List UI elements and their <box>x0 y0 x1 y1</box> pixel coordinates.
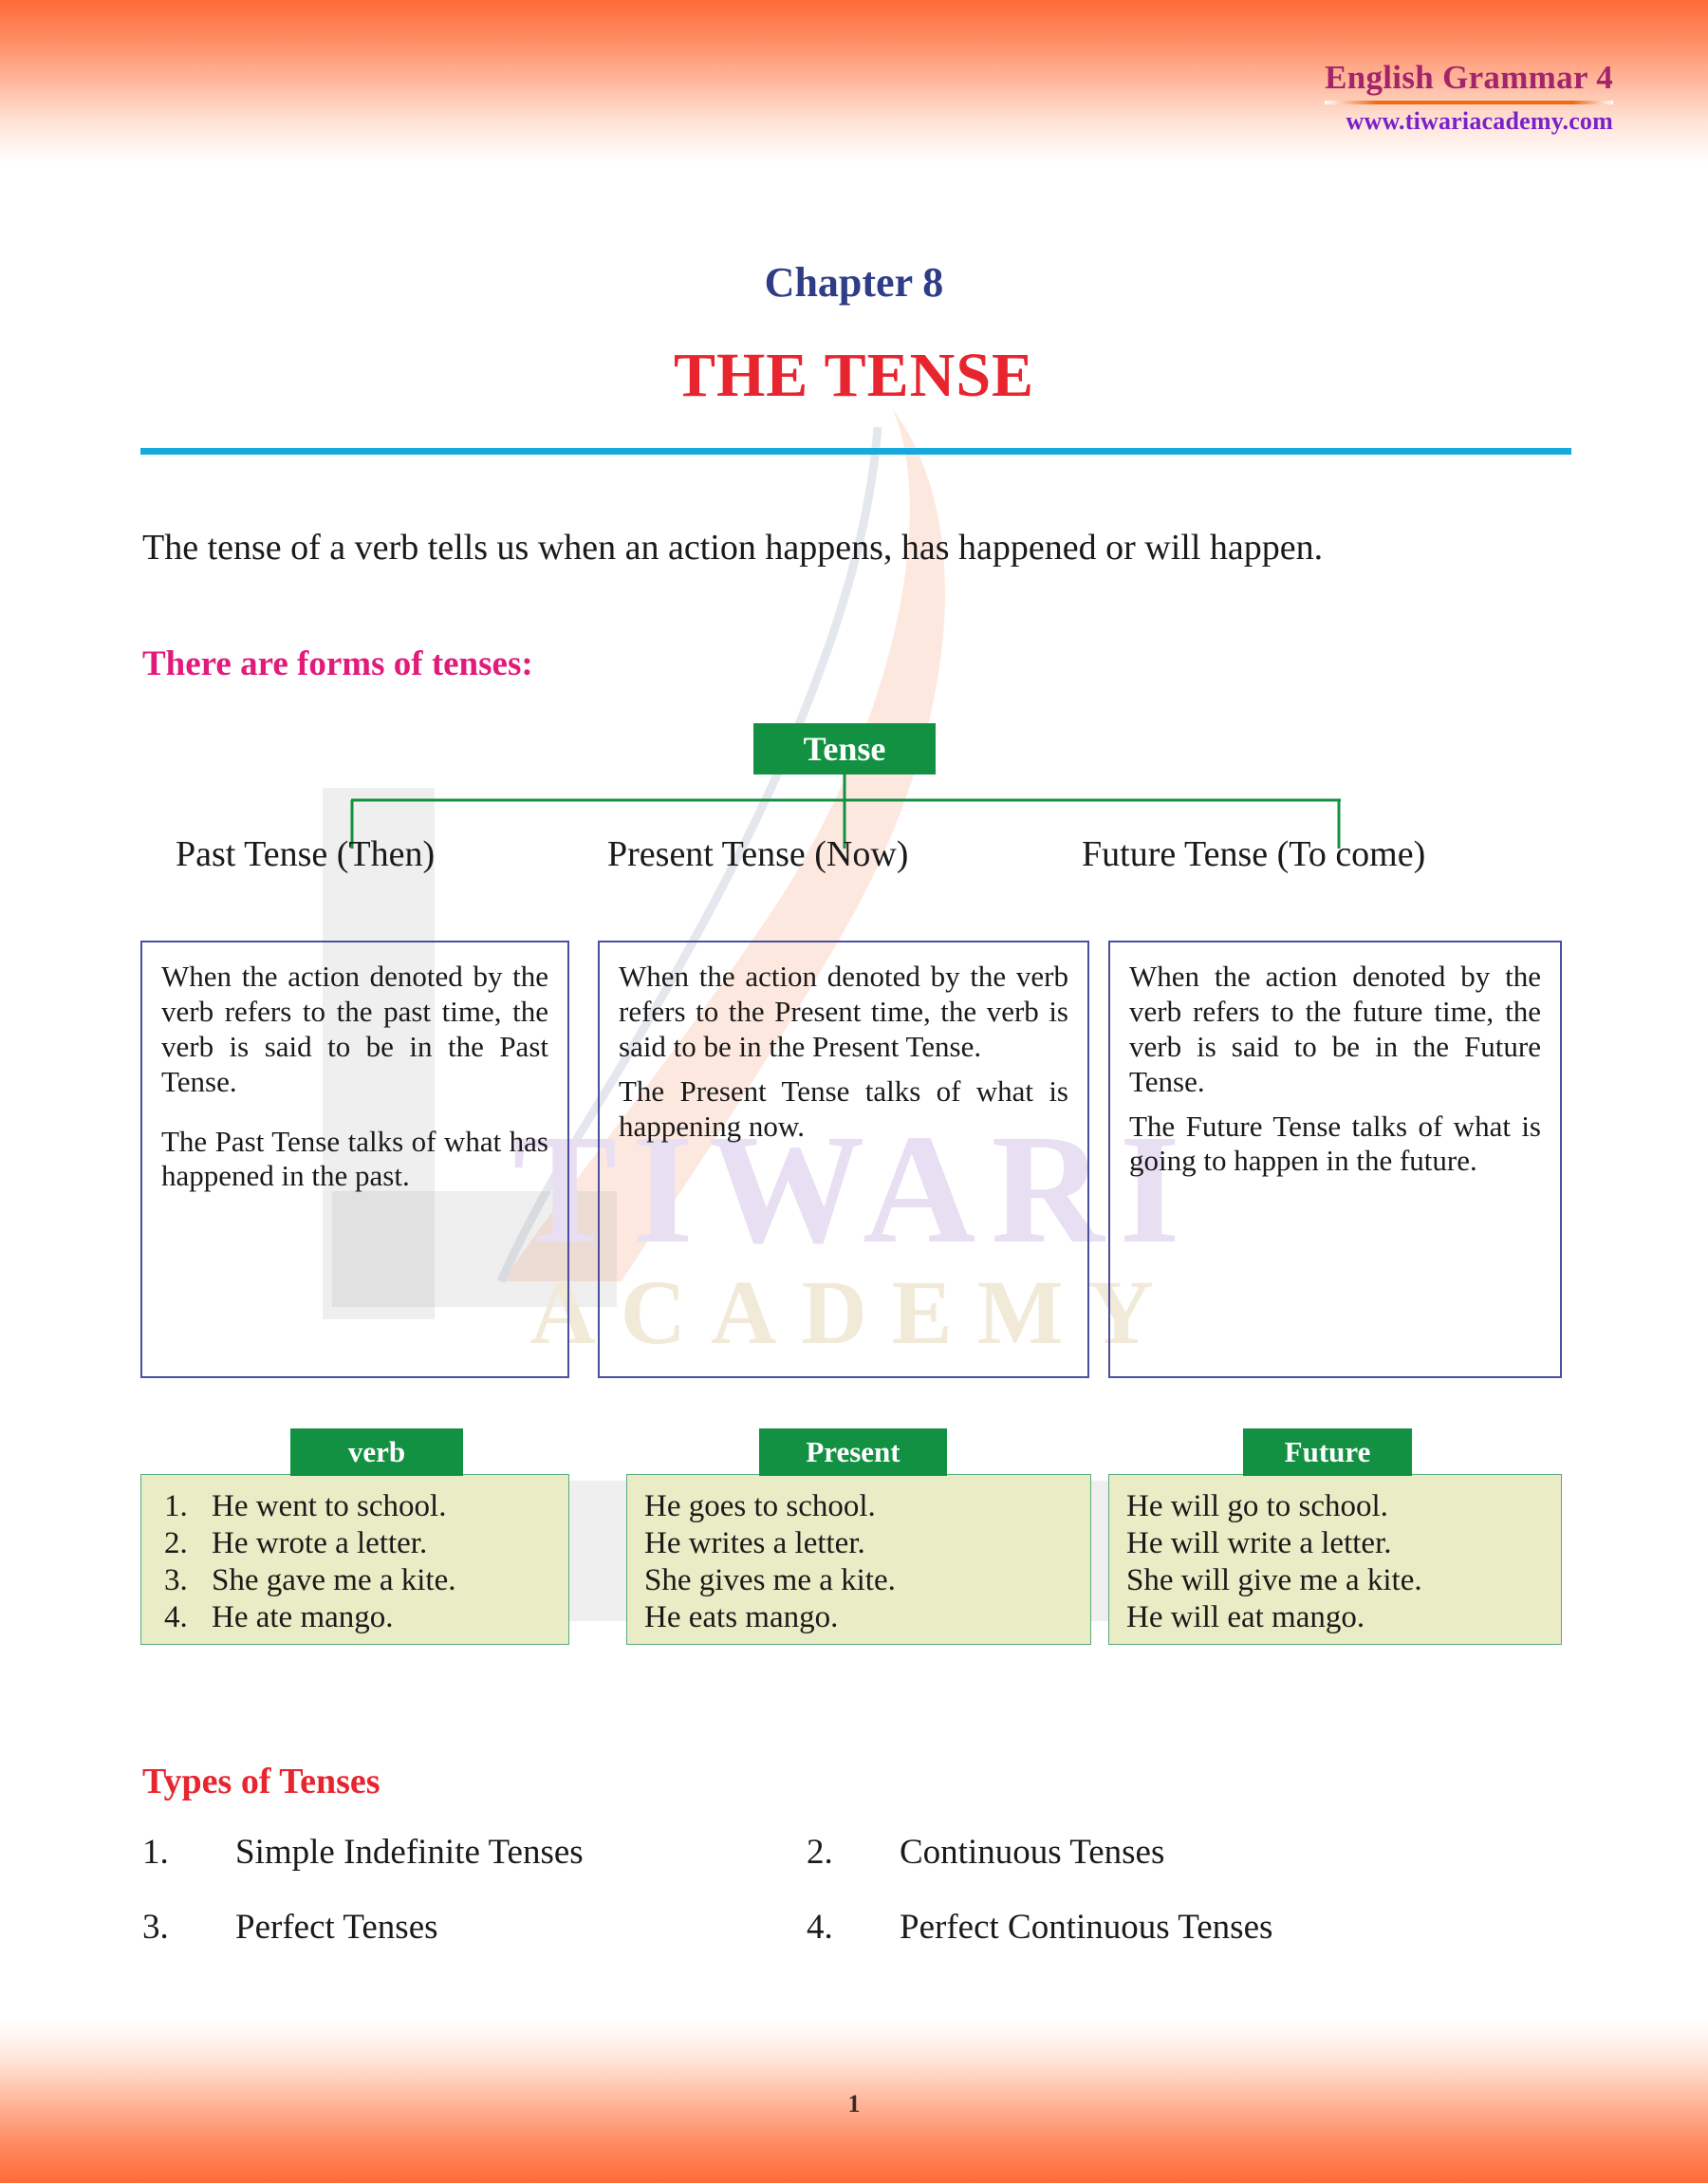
list-item-number: 3. <box>164 1562 188 1597</box>
list-item: She gives me a kite. <box>644 1562 896 1597</box>
page-number: 1 <box>847 2090 861 2118</box>
list-item: He will eat mango. <box>1126 1599 1365 1634</box>
tree-branch-label-present: Present Tense (Now) <box>607 834 909 874</box>
intro-paragraph: The tense of a verb tells us when an act… <box>142 528 1324 568</box>
definition-box-present: When the action denoted by the verb refe… <box>598 941 1089 1378</box>
types-of-tenses-list: 1. Simple Indefinite Tenses 2. Continuou… <box>142 1832 1585 1982</box>
definition-future-para2: The Future Tense talks of what is going … <box>1129 1109 1541 1178</box>
list-item-text: She gave me a kite. <box>212 1562 456 1597</box>
list-item: He goes to school. <box>644 1489 876 1523</box>
book-title: English Grammar 4 <box>1325 59 1613 96</box>
example-list-present: He goes to school. He writes a letter. S… <box>644 1488 1075 1636</box>
list-item-text: He wrote a letter. <box>212 1525 428 1560</box>
forms-of-tenses-subheading: There are forms of tenses: <box>142 644 533 683</box>
list-item: She will give me a kite. <box>1126 1562 1422 1597</box>
definition-present-para2: The Present Tense talks of what is happe… <box>619 1073 1068 1143</box>
types-item-3: 3. Perfect Tenses <box>142 1907 807 1948</box>
definition-future-para1: When the action denoted by the verb refe… <box>1129 960 1541 1098</box>
list-item-number: 4. <box>164 1599 188 1634</box>
example-tab-verb: verb <box>290 1428 463 1476</box>
tree-branch-label-future: Future Tense (To come) <box>1082 834 1426 874</box>
list-item-number: 2. <box>164 1525 188 1560</box>
definition-box-future: When the action denoted by the verb refe… <box>1108 941 1562 1378</box>
example-list-past: 1. He went to school. 2. He wrote a letter… <box>158 1488 553 1636</box>
definition-box-past: When the action denoted by the verb refe… <box>140 941 569 1378</box>
types-item-4: 4. Perfect Continuous Tenses <box>807 1907 1471 1948</box>
website-url[interactable]: www.tiwariacademy.com <box>1325 107 1613 136</box>
chapter-label: Chapter 8 <box>764 259 944 306</box>
types-item-number: 3. <box>142 1908 169 1947</box>
types-item-1: 1. Simple Indefinite Tenses <box>142 1832 807 1873</box>
example-box-future: He will go to school. He will write a le… <box>1108 1474 1562 1645</box>
example-box-past: 1. He went to school. 2. He wrote a letter… <box>140 1474 569 1645</box>
list-item-text: He went to school. <box>212 1489 447 1523</box>
title-divider <box>140 448 1571 455</box>
definition-past-para2: The Past Tense talks of what has happene… <box>161 1124 548 1193</box>
list-item: He writes a letter. <box>644 1525 865 1560</box>
example-tab-future: Future <box>1243 1428 1412 1476</box>
types-item-label: Perfect Tenses <box>235 1908 438 1947</box>
header-divider <box>1325 101 1613 104</box>
list-item: 4. He ate mango. <box>158 1599 553 1636</box>
list-item: 3. She gave me a kite. <box>158 1562 553 1599</box>
tree-branch-label-past: Past Tense (Then) <box>176 834 436 874</box>
list-item: 1. He went to school. <box>158 1488 553 1525</box>
document-page: TIWARI ACADEMY English Grammar 4 www.tiw… <box>0 0 1708 2183</box>
types-item-label: Continuous Tenses <box>900 1833 1165 1872</box>
list-item-number: 1. <box>164 1489 188 1523</box>
types-row: 3. Perfect Tenses 4. Perfect Continuous … <box>142 1907 1585 1948</box>
types-row: 1. Simple Indefinite Tenses 2. Continuou… <box>142 1832 1585 1873</box>
page-header: English Grammar 4 www.tiwariacademy.com <box>1325 59 1613 136</box>
list-item-text: He ate mango. <box>212 1599 394 1634</box>
page-title: THE TENSE <box>673 341 1035 410</box>
example-tab-present: Present <box>759 1428 947 1476</box>
types-item-2: 2. Continuous Tenses <box>807 1832 1471 1873</box>
types-item-number: 4. <box>807 1908 833 1947</box>
example-box-present: He goes to school. He writes a letter. S… <box>626 1474 1091 1645</box>
types-item-number: 2. <box>807 1833 833 1872</box>
list-item: 2. He wrote a letter. <box>158 1525 553 1562</box>
types-item-number: 1. <box>142 1833 169 1872</box>
definition-present-para1: When the action denoted by the verb refe… <box>619 960 1068 1063</box>
types-of-tenses-heading: Types of Tenses <box>142 1762 381 1801</box>
example-list-future: He will go to school. He will write a le… <box>1126 1488 1546 1636</box>
list-item: He eats mango. <box>644 1599 839 1634</box>
list-item: He will write a letter. <box>1126 1525 1392 1560</box>
list-item: He will go to school. <box>1126 1489 1388 1523</box>
types-item-label: Simple Indefinite Tenses <box>235 1833 584 1872</box>
tree-branch-labels: Past Tense (Then) Present Tense (Now) Fu… <box>0 833 1708 890</box>
types-item-label: Perfect Continuous Tenses <box>900 1908 1273 1947</box>
definition-past-para1: When the action denoted by the verb refe… <box>161 960 548 1098</box>
